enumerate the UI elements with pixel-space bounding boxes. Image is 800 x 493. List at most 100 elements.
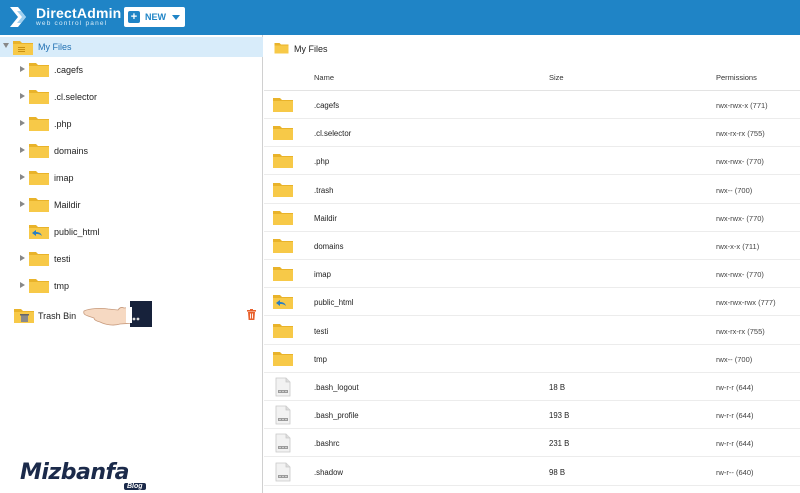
expand-arrow-icon[interactable] xyxy=(20,201,25,207)
tree-item-label: domains xyxy=(54,146,89,156)
expand-arrow-icon[interactable] xyxy=(20,66,25,72)
file-size: 231 B xyxy=(549,439,570,449)
pointing-hand-icon xyxy=(82,297,154,331)
empty-trash-icon[interactable] xyxy=(247,309,256,322)
file-name: .cagefs xyxy=(314,101,340,110)
file-permissions: rwx-rx-rx (755) xyxy=(716,326,765,336)
file-permissions: rw-r-r (644) xyxy=(716,439,754,449)
file-permissions: rwx-- (700) xyxy=(716,185,753,195)
expand-arrow-icon[interactable] xyxy=(20,255,25,261)
file-icon xyxy=(275,377,291,399)
file-list-panel: My Files Name Size Permissions .cagefs rw… xyxy=(264,35,800,493)
column-header-name[interactable]: Name xyxy=(314,73,334,82)
folder-icon xyxy=(28,88,50,107)
folder-icon xyxy=(28,142,50,161)
file-table-row[interactable]: .shadow 98 B rw-r-- (640) xyxy=(264,458,800,486)
folder-tree-panel: My Files .cagefs .cl.selector .php domains i… xyxy=(0,35,263,493)
file-size: 98 B xyxy=(549,467,566,477)
tree-item[interactable]: .cl.selector xyxy=(0,86,263,108)
file-permissions: rwx-x-x (711) xyxy=(716,242,760,251)
file-size: 18 B xyxy=(549,383,566,392)
folder-icon xyxy=(28,169,50,188)
breadcrumb[interactable]: My Files xyxy=(264,35,800,63)
mizbanfa-watermark-logo: Mizbanfa xyxy=(20,460,129,485)
directadmin-logo[interactable]: DirectAdmin web control panel xyxy=(8,3,121,31)
folder-icon xyxy=(272,265,294,284)
tree-root-my-files[interactable]: My Files xyxy=(0,37,263,57)
file-table-header: Name Size Permissions xyxy=(264,63,800,91)
folder-icon xyxy=(28,277,50,296)
file-table-row[interactable]: .cl.selector rwx-rx-rx (755) xyxy=(264,119,800,148)
file-name: tmp xyxy=(314,354,327,364)
tree-item[interactable]: Maildir xyxy=(0,194,263,216)
new-button-label: NEW xyxy=(145,12,166,22)
mizbanfa-blog-tag: Blog xyxy=(124,483,146,490)
tree-item-label: public_html xyxy=(54,227,100,237)
expand-arrow-icon[interactable] xyxy=(20,174,25,180)
file-name: Maildir xyxy=(314,213,337,223)
file-table-row[interactable]: public_html rwx-rwx-rwx (777) xyxy=(264,288,800,317)
file-icon xyxy=(275,462,291,484)
file-table-row[interactable]: domains rwx-x-x (711) xyxy=(264,232,800,260)
file-permissions: rwx-rwx- (770) xyxy=(716,157,764,167)
file-table-row[interactable]: imap rwx-rwx- (770) xyxy=(264,260,800,289)
top-header-bar: DirectAdmin web control panel + NEW xyxy=(0,0,800,35)
tree-item[interactable]: public_html xyxy=(0,221,263,243)
expand-arrow-icon[interactable] xyxy=(20,147,25,153)
chevron-down-icon xyxy=(172,14,180,20)
tree-item[interactable]: testi xyxy=(0,248,263,270)
file-name: .bash_profile xyxy=(314,411,359,421)
file-table-row[interactable]: .bash_logout 18 B rw-r-r (644) xyxy=(264,373,800,401)
tree-item[interactable]: domains xyxy=(0,140,263,162)
file-table-row[interactable]: .bash_profile 193 B rw-r-r (644) xyxy=(264,401,800,430)
tree-item[interactable]: imap xyxy=(0,167,263,189)
file-table-row[interactable]: .bashrc 231 B rw-r-r (644) xyxy=(264,429,800,458)
tree-item[interactable]: .php xyxy=(0,113,263,135)
file-name: .php xyxy=(314,157,330,167)
file-permissions: rw-r-r (644) xyxy=(716,411,754,421)
file-permissions: rw-r-r (644) xyxy=(716,383,754,392)
expand-arrow-icon[interactable] xyxy=(20,282,25,288)
trash-bin-label: Trash Bin xyxy=(38,311,77,321)
tree-item-label: tmp xyxy=(54,281,70,291)
folder-open-icon xyxy=(12,39,34,58)
expand-arrow-icon[interactable] xyxy=(20,93,25,99)
file-permissions: rw-r-- (640) xyxy=(716,467,754,477)
new-button[interactable]: + NEW xyxy=(124,7,185,27)
file-table-row[interactable]: Maildir rwx-rwx- (770) xyxy=(264,204,800,232)
file-permissions: rwx-rwx-rwx (777) xyxy=(716,298,776,308)
tree-item-label: testi xyxy=(54,254,71,264)
folder-icon xyxy=(272,322,294,341)
expanded-arrow-icon[interactable] xyxy=(3,43,9,48)
plus-icon: + xyxy=(128,11,140,23)
file-table-row[interactable]: .php rwx-rwx- (770) xyxy=(264,147,800,176)
column-header-size[interactable]: Size xyxy=(549,73,564,82)
file-icon xyxy=(275,433,291,455)
tree-item-label: Maildir xyxy=(54,200,81,210)
file-name: domains xyxy=(314,242,344,251)
file-name: .cl.selector xyxy=(314,129,352,139)
file-permissions: rwx-- (700) xyxy=(716,354,753,364)
folder-icon xyxy=(272,237,294,256)
folder-link-icon xyxy=(272,293,294,312)
folder-link-icon xyxy=(28,223,50,242)
file-name: imap xyxy=(314,270,331,280)
file-table-row[interactable]: tmp rwx-- (700) xyxy=(264,345,800,373)
tree-root-label: My Files xyxy=(38,42,72,52)
file-name: testi xyxy=(314,326,329,336)
tree-item[interactable]: tmp xyxy=(0,275,263,297)
file-permissions: rwx-rwx-x (771) xyxy=(716,101,768,110)
trash-bin-icon xyxy=(13,307,35,326)
file-table-row[interactable]: .cagefs rwx-rwx-x (771) xyxy=(264,91,800,119)
column-header-permissions[interactable]: Permissions xyxy=(716,73,757,82)
app-subtitle: web control panel xyxy=(36,20,108,27)
file-table-row[interactable]: .trash rwx-- (700) xyxy=(264,176,800,204)
folder-icon xyxy=(28,115,50,134)
file-name: public_html xyxy=(314,298,354,308)
file-name: .trash xyxy=(314,185,334,195)
folder-icon xyxy=(28,250,50,269)
file-table-row[interactable]: testi rwx-rx-rx (755) xyxy=(264,317,800,345)
expand-arrow-icon[interactable] xyxy=(20,120,25,126)
tree-item[interactable]: .cagefs xyxy=(0,59,263,81)
file-icon xyxy=(275,405,291,427)
